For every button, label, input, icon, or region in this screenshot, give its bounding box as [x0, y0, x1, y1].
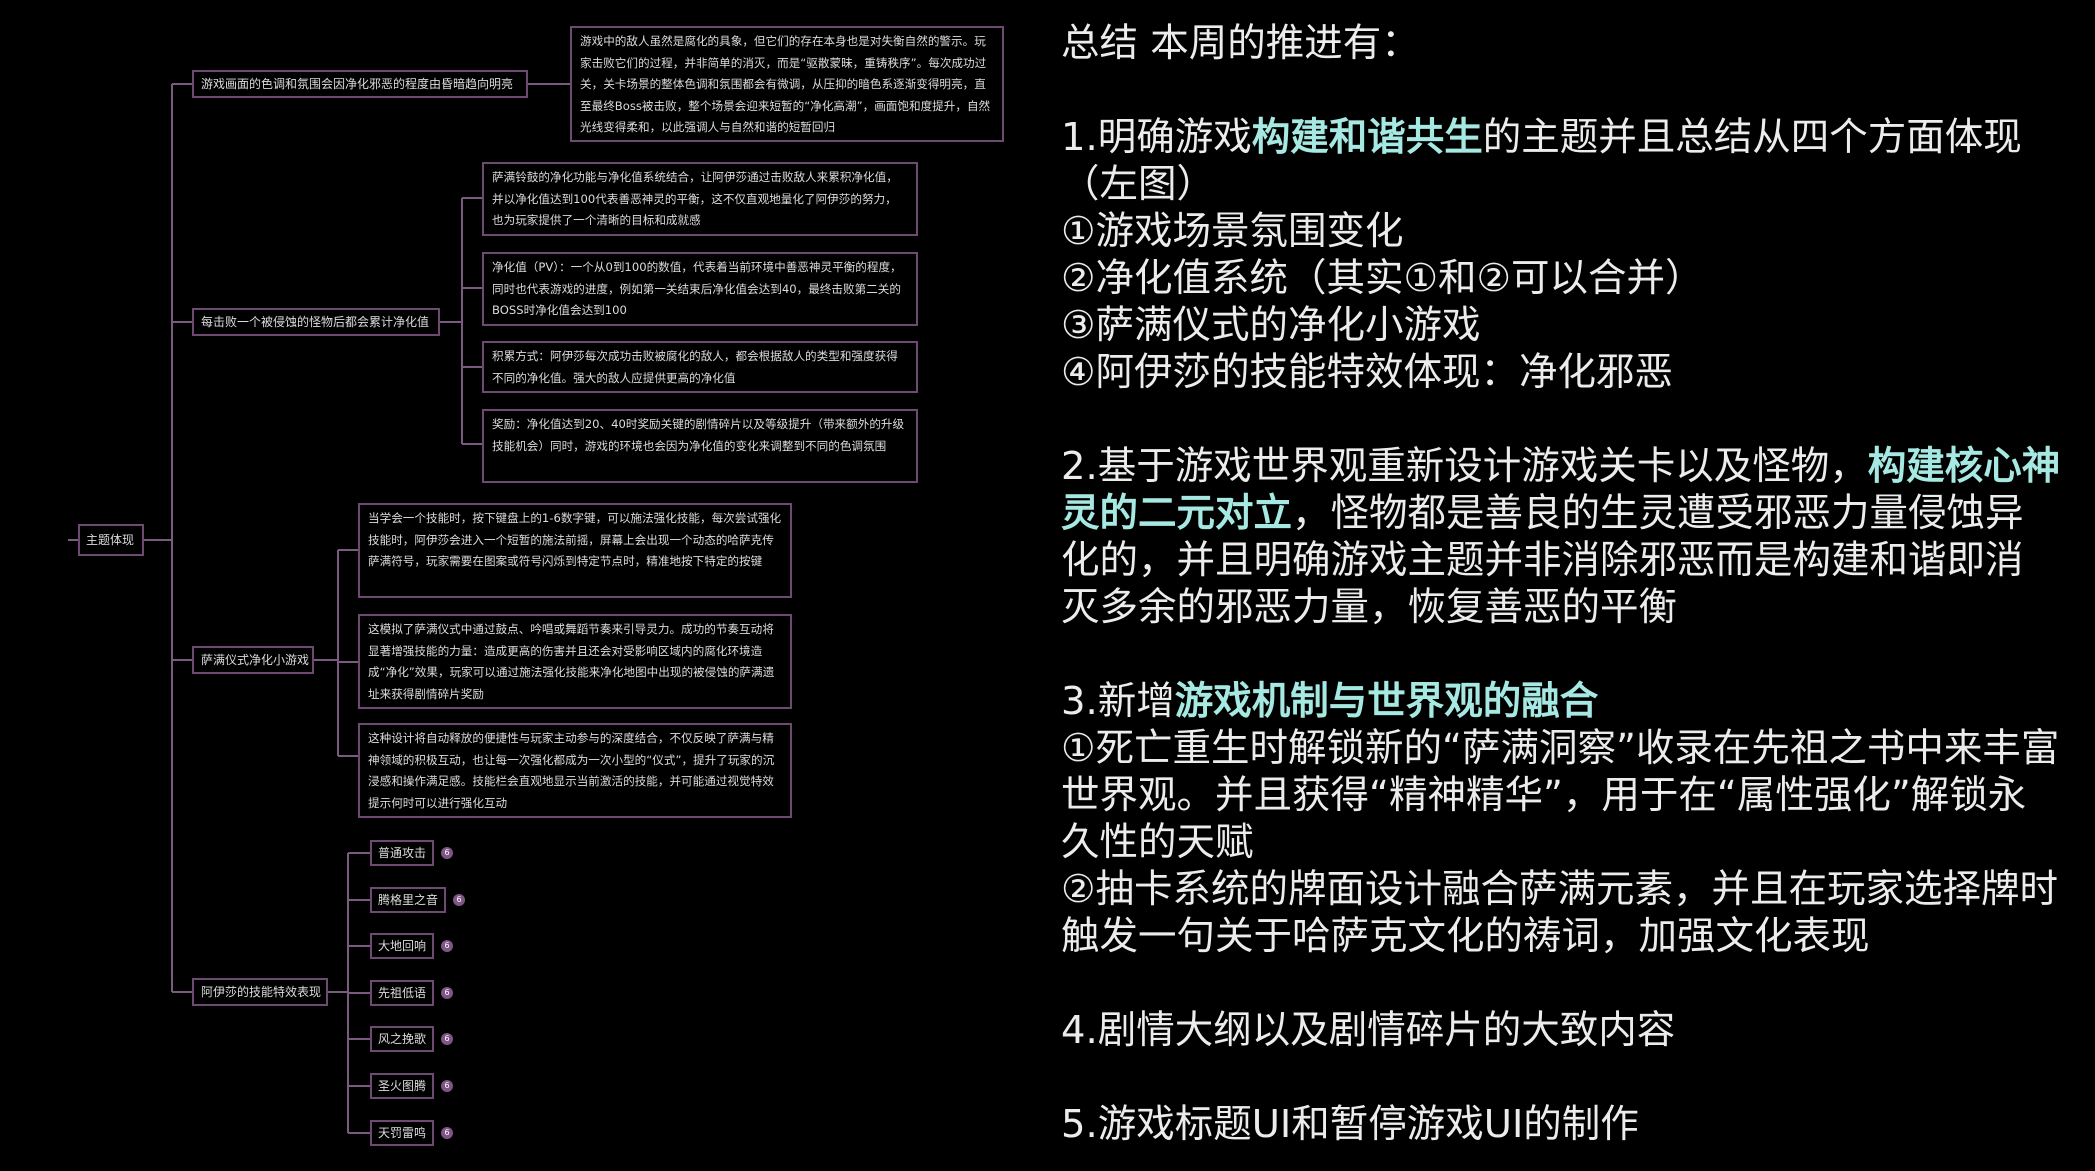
detail-ritual-design[interactable]: 这种设计将自动释放的便捷性与玩家主动参与的深度结合，不仅反映了萨满与精神领域的积… [358, 723, 792, 818]
point-1-item: ③萨满仪式的净化小游戏 [1061, 303, 1481, 348]
point-1-intro: 1.明确游戏 [1061, 115, 1252, 160]
summary-point-2: 2.基于游戏世界观重新设计游戏关卡以及怪物，构建核心神灵的二元对立，怪物都是善良… [1061, 443, 2061, 631]
skill-normal-attack[interactable]: 普通攻击 [370, 840, 434, 866]
count-badge[interactable]: 6 [441, 847, 453, 859]
skill-earth-echo[interactable]: 大地回响 [370, 933, 434, 959]
root-node[interactable]: 主题体现 [78, 524, 144, 556]
skill-tengri-voice[interactable]: 腾格里之音 [370, 887, 446, 913]
detail-ritual-rhythm[interactable]: 这模拟了萨满仪式中通过鼓点、吟唱或舞蹈节奏来引导灵力。成功的节奏互动将显著增强技… [358, 614, 792, 709]
detail-pv-definition[interactable]: 净化值（PV）：一个从0到100的数值，代表着当前环境中善恶神灵平衡的程度，同时… [482, 252, 918, 326]
detail-atmosphere[interactable]: 游戏中的敌人虽然是腐化的具象，但它们的存在本身也是对失衡自然的警示。玩家击败它们… [570, 26, 1004, 142]
skill-thunder-punishment[interactable]: 天罚雷鸣 [370, 1120, 434, 1146]
skill-fire-totem[interactable]: 圣火图腾 [370, 1073, 434, 1099]
skill-ancestor-whisper[interactable]: 先祖低语 [370, 980, 434, 1006]
point-1-item: ②净化值系统（其实①和②可以合并） [1061, 256, 1704, 301]
summary-point-1: 1.明确游戏构建和谐共生的主题并且总结从四个方面体现（左图） [1061, 114, 2061, 208]
point-1-item: ①游戏场景氛围变化 [1061, 209, 1404, 254]
summary-point-5: 5.游戏标题UI和暂停游戏UI的制作 [1061, 1102, 1639, 1147]
detail-pv-system[interactable]: 萨满铃鼓的净化功能与净化值系统结合，让阿伊莎通过击败敌人来累积净化值，并以净化值… [482, 162, 918, 236]
point-1-highlight: 构建和谐共生 [1251, 115, 1483, 160]
count-badge[interactable]: 6 [441, 1033, 453, 1045]
branch-purification-value[interactable]: 每击败一个被侵蚀的怪物后都会累计净化值 [192, 308, 440, 336]
skill-wind-elegy[interactable]: 风之挽歌 [370, 1026, 434, 1052]
point-2-intro: 2.基于游戏世界观重新设计游戏关卡以及怪物， [1061, 444, 1868, 489]
detail-ritual-input[interactable]: 当学会一个技能时，按下键盘上的1-6数字键，可以施法强化技能，每次尝试强化技能时… [358, 503, 792, 598]
summary-point-4: 4.剧情大纲以及剧情碎片的大致内容 [1061, 1008, 1676, 1053]
weekly-summary: 总结 本周的推进有： 1.明确游戏构建和谐共生的主题并且总结从四个方面体现（左图… [1061, 20, 2061, 1148]
point-1-item: ④阿伊莎的技能特效体现：净化邪恶 [1061, 350, 1674, 395]
branch-atmosphere[interactable]: 游戏画面的色调和氛围会因净化邪恶的程度由昏暗趋向明亮 [192, 70, 528, 98]
point-3-item: ①死亡重生时解锁新的“萨满洞察”收录在先祖之书中来丰富世界观。并且获得“精神精华… [1061, 726, 2060, 865]
point-3-intro: 3.新增 [1061, 679, 1175, 724]
summary-point-3: 3.新增游戏机制与世界观的融合 [1061, 678, 2061, 725]
count-badge[interactable]: 6 [441, 987, 453, 999]
point-3-item: ②抽卡系统的牌面设计融合萨满元素，并且在玩家选择牌时触发一句关于哈萨克文化的祷词… [1061, 867, 2059, 959]
mind-map: 主题体现 游戏画面的色调和氛围会因净化邪恶的程度由昏暗趋向明亮 游戏中的敌人虽然… [0, 0, 1040, 1171]
count-badge[interactable]: 6 [441, 1080, 453, 1092]
detail-pv-accumulation[interactable]: 积累方式：阿伊莎每次成功击败被腐化的敌人，都会根据敌人的类型和强度获得不同的净化… [482, 341, 918, 393]
count-badge[interactable]: 6 [453, 894, 465, 906]
branch-skill-effects[interactable]: 阿伊莎的技能特效表现 [192, 978, 328, 1006]
count-badge[interactable]: 6 [441, 940, 453, 952]
count-badge[interactable]: 6 [441, 1127, 453, 1139]
summary-heading: 总结 本周的推进有： [1061, 21, 1420, 66]
point-3-highlight: 游戏机制与世界观的融合 [1174, 679, 1599, 724]
branch-ritual-minigame[interactable]: 萨满仪式净化小游戏 [192, 646, 314, 674]
detail-pv-reward[interactable]: 奖励：净化值达到20、40时奖励关键的剧情碎片以及等级提升（带来额外的升级技能机… [482, 409, 918, 483]
